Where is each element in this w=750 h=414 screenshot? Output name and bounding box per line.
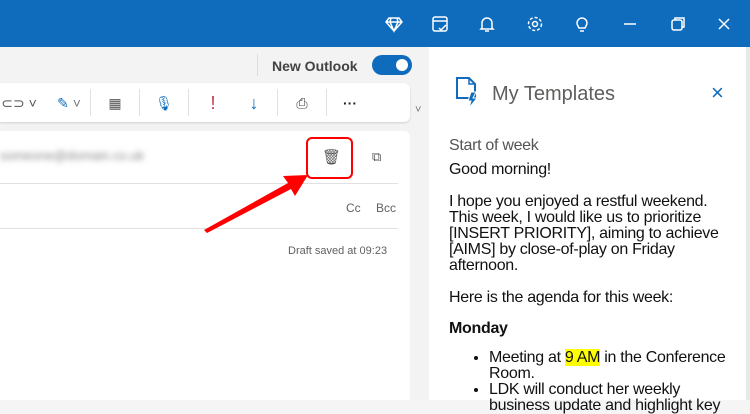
panel-scrollbar[interactable] [746, 47, 750, 400]
day-heading: Monday [449, 320, 508, 337]
template-name[interactable]: Start of week [449, 138, 739, 154]
template-greeting: Good morning! [449, 161, 551, 178]
close-icon: × [711, 80, 724, 105]
agenda-intro: Here is the agenda for this week: [449, 289, 674, 306]
template-paragraph: I hope you enjoyed a restful weekend. Th… [449, 193, 719, 274]
templates-icon [456, 77, 479, 108]
panel-title: My Templates [492, 83, 616, 105]
agenda-list: Meeting at 9 AM in the Conference Room. … [449, 349, 739, 414]
item-text: Meeting at [489, 349, 565, 366]
list-item: LDK will conduct her weekly business upd… [489, 382, 739, 414]
close-panel-button[interactable]: × [711, 80, 724, 106]
highlighted-time: 9 AM [564, 349, 601, 366]
list-item: Meeting at 9 AM in the Conference Room. [489, 349, 739, 382]
